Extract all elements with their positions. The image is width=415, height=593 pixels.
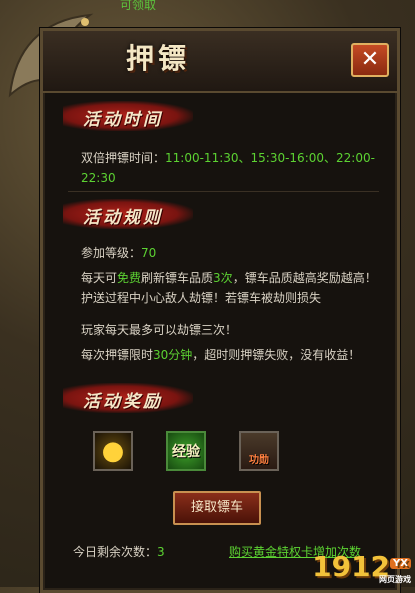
remaining-value: 3 <box>157 545 165 559</box>
reward-merit-icon[interactable]: 功勋 <box>239 431 279 471</box>
remaining-label: 今日剩余次数： <box>73 545 158 559</box>
rule-line1-free: 免费 <box>117 271 142 285</box>
reward-gold-icon[interactable]: ● <box>93 431 133 471</box>
rule-line1-count: 3次 <box>213 271 233 285</box>
logo-badge: YX <box>390 557 411 569</box>
site-logo: 1912 YX 网页游戏 <box>312 550 411 584</box>
rule-line3-post: ，超时则押镖失败，没有收益！ <box>192 348 361 362</box>
section-header-rules-label: 活动规则 <box>83 208 163 228</box>
accept-escort-button[interactable]: 接取镖车 <box>173 491 261 525</box>
logo-caption: 网页游戏 <box>379 575 411 584</box>
level-label: 参加等级： <box>81 246 142 260</box>
reward-merit-label: 功勋 <box>249 454 269 466</box>
level-value: 70 <box>141 246 157 260</box>
section-header-rewards: 活动奖励 <box>63 383 193 413</box>
background-hint-text: 可领取 <box>120 0 157 12</box>
section-header-time: 活动时间 <box>63 101 193 131</box>
divider <box>68 191 379 192</box>
dialog-title: 押镖 <box>126 42 191 75</box>
rule-line1-pre: 每天可 <box>81 271 118 285</box>
remaining-count-text: 今日剩余次数：3 <box>73 543 165 560</box>
reward-experience-icon[interactable]: 经验 <box>166 431 206 471</box>
section-header-rules: 活动规则 <box>63 199 193 229</box>
section-header-time-label: 活动时间 <box>83 110 163 130</box>
dialog-title-bar: 押镖 ✕ <box>43 31 397 93</box>
rule-line3-time: 30分钟 <box>153 348 193 362</box>
escort-dialog: 押镖 ✕ 活动时间 双倍押镖时间：11:00-11:30、15:30-16:00… <box>40 28 400 593</box>
rule-line-refresh: 每天可免费刷新镖车品质3次，镖车品质越高奖励越高！护送过程中小心敌人劫镖！若镖车… <box>81 268 381 308</box>
double-time-label: 双倍押镖时间： <box>81 151 166 165</box>
rule-line-time-limit: 每次押镖限时30分钟，超时则押镖失败，没有收益！ <box>81 345 381 365</box>
close-button[interactable]: ✕ <box>351 43 389 77</box>
section-header-rewards-label: 活动奖励 <box>83 392 163 412</box>
rule-line1-mid: 刷新镖车品质 <box>141 271 214 285</box>
level-text: 参加等级：70 <box>81 243 381 263</box>
rule-line3-pre: 每次押镖限时 <box>81 348 154 362</box>
double-time-text: 双倍押镖时间：11:00-11:30、15:30-16:00、22:00-22:… <box>81 148 381 188</box>
rule-line-rob: 玩家每天最多可以劫镖三次！ <box>81 323 238 337</box>
reward-experience-label: 经验 <box>172 444 200 460</box>
